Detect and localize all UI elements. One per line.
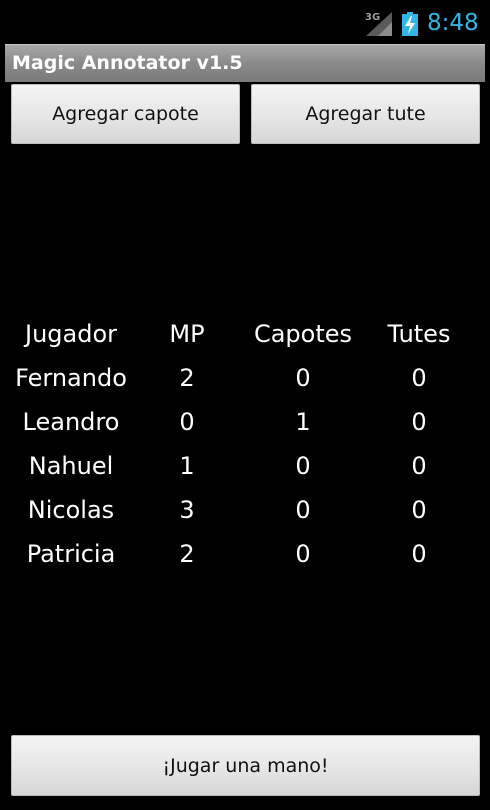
player-mp: 2: [179, 364, 195, 392]
player-mp: 0: [179, 408, 195, 436]
battery-charging-icon: [402, 12, 418, 36]
player-tutes: 0: [411, 364, 427, 392]
table-row: Nicolas 3 0 0: [13, 488, 477, 532]
add-capote-button[interactable]: Agregar capote: [11, 84, 240, 144]
table-header-row: Jugador MP Capotes Tutes: [13, 312, 477, 356]
header-capotes: Capotes: [253, 320, 353, 348]
player-name: Nicolas: [27, 496, 115, 524]
player-name: Fernando: [15, 364, 127, 392]
player-capotes: 0: [295, 452, 311, 480]
player-mp: 1: [179, 452, 195, 480]
player-capotes: 1: [295, 408, 311, 436]
player-tutes: 0: [411, 540, 427, 568]
player-tutes: 0: [411, 452, 427, 480]
table-row: Fernando 2 0 0: [13, 356, 477, 400]
status-bar: 3G 8:48: [0, 0, 490, 42]
app-screen: 3G 8:48 Magic Annotator v1.5 Agregar cap…: [0, 0, 490, 810]
player-name: Nahuel: [28, 452, 114, 480]
player-name: Patricia: [26, 540, 116, 568]
table-row: Leandro 0 1 0: [13, 400, 477, 444]
player-capotes: 0: [295, 364, 311, 392]
player-tutes: 0: [411, 408, 427, 436]
signal-3g-icon: 3G: [365, 12, 392, 36]
player-capotes: 0: [295, 540, 311, 568]
header-tutes: Tutes: [387, 320, 451, 348]
add-tute-button[interactable]: Agregar tute: [251, 84, 480, 144]
table-row: Nahuel 1 0 0: [13, 444, 477, 488]
play-hand-button[interactable]: ¡Jugar una mano!: [11, 735, 480, 796]
player-tutes: 0: [411, 496, 427, 524]
player-mp: 2: [179, 540, 195, 568]
score-table: Jugador MP Capotes Tutes Fernando 2 0 0 …: [13, 312, 477, 576]
header-mp: MP: [169, 320, 205, 348]
player-mp: 3: [179, 496, 195, 524]
table-row: Patricia 2 0 0: [13, 532, 477, 576]
header-jugador: Jugador: [24, 320, 117, 348]
player-name: Leandro: [22, 408, 120, 436]
title-bar: Magic Annotator v1.5: [5, 44, 485, 82]
network-type-label: 3G: [365, 12, 380, 23]
app-title: Magic Annotator v1.5: [12, 52, 243, 74]
player-capotes: 0: [295, 496, 311, 524]
status-clock: 8:48: [427, 10, 479, 36]
